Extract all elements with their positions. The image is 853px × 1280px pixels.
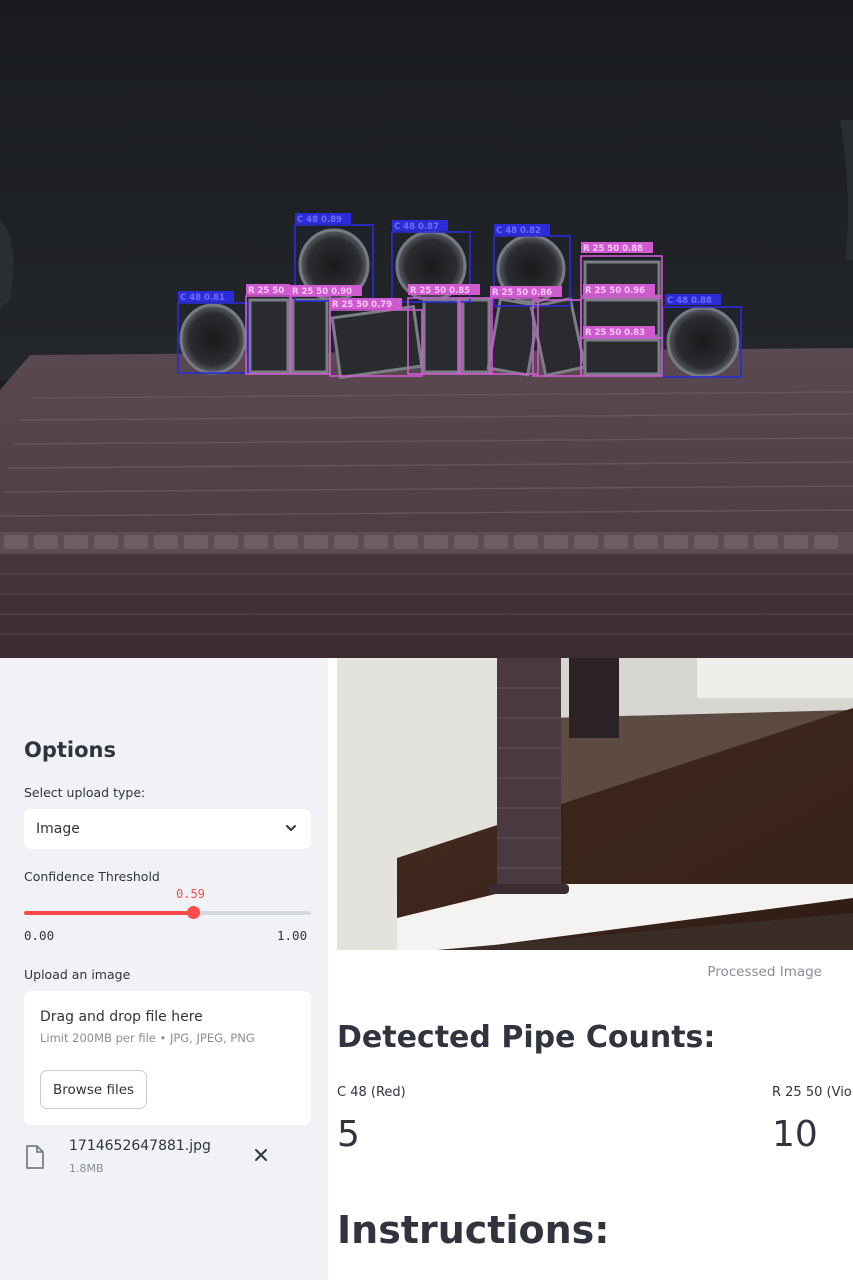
processed-image-svg: C 48 0.81 C 48 0.89 C 48 0.87 C 48 0.82 … xyxy=(0,0,853,658)
confidence-value: 0.59 xyxy=(176,887,205,901)
metric-value-c48: 5 xyxy=(337,1114,360,1155)
detection-label: C 48 0.88 xyxy=(667,296,712,306)
detection-label: R 25 50 0.86 xyxy=(492,288,552,298)
chevron-down-icon xyxy=(286,825,296,831)
confidence-slider[interactable] xyxy=(24,906,311,919)
slider-thumb[interactable] xyxy=(187,906,201,919)
sidebar: Options Select upload type: Image Confid… xyxy=(0,658,328,1280)
detection-label: C 48 0.89 xyxy=(297,215,342,225)
sidebar-title: Options xyxy=(24,738,116,762)
confidence-label: Confidence Threshold xyxy=(24,869,160,884)
detection-label: R 25 50 xyxy=(248,286,284,296)
dropzone-title: Drag and drop file here xyxy=(40,1009,203,1025)
uploaded-file: 1714652647881.jpg 1.8MB xyxy=(0,1133,287,1183)
processed-image-bottom-svg xyxy=(337,658,853,950)
close-icon[interactable] xyxy=(251,1145,271,1165)
processed-image-bottom xyxy=(337,658,853,950)
detection-label: R 25 50 0.79 xyxy=(332,300,392,310)
detection-label: R 25 50 0.85 xyxy=(410,286,470,296)
upload-type-select[interactable]: Image xyxy=(24,809,311,849)
upload-type-value: Image xyxy=(36,821,80,837)
detection-label: R 25 50 0.96 xyxy=(585,286,645,296)
main-content: Processed Image Detected Pipe Counts: C … xyxy=(328,658,853,1280)
detection-label: C 48 0.87 xyxy=(394,222,439,232)
slider-max-label: 1.00 xyxy=(277,928,308,943)
file-icon xyxy=(26,1145,44,1169)
file-dropzone[interactable]: Drag and drop file here Limit 200MB per … xyxy=(24,991,311,1125)
upload-label: Upload an image xyxy=(24,967,131,982)
detection-label: C 48 0.82 xyxy=(496,226,541,236)
file-name: 1714652647881.jpg xyxy=(69,1138,211,1154)
processed-image-top: C 48 0.81 C 48 0.89 C 48 0.87 C 48 0.82 … xyxy=(0,0,853,658)
metric-value-r2550: 10 xyxy=(772,1114,818,1155)
detection-label: R 25 50 0.88 xyxy=(583,244,643,254)
slider-min-label: 0.00 xyxy=(24,928,55,943)
metric-label-r2550: R 25 50 (Vio xyxy=(772,1085,852,1100)
detection-label: R 25 50 0.90 xyxy=(292,287,352,297)
upload-type-label: Select upload type: xyxy=(24,785,146,800)
detection-label: R 25 50 0.83 xyxy=(585,328,645,338)
counts-heading: Detected Pipe Counts: xyxy=(337,1020,716,1055)
detection-label: C 48 0.81 xyxy=(180,293,225,303)
file-size: 1.8MB xyxy=(69,1162,104,1175)
browse-files-button[interactable]: Browse files xyxy=(40,1070,148,1109)
instructions-heading: Instructions: xyxy=(337,1208,610,1252)
image-caption: Processed Image xyxy=(707,964,822,980)
slider-fill xyxy=(24,911,194,915)
metric-label-c48: C 48 (Red) xyxy=(337,1085,406,1100)
dropzone-limit: Limit 200MB per file • JPG, JPEG, PNG xyxy=(40,1031,255,1045)
